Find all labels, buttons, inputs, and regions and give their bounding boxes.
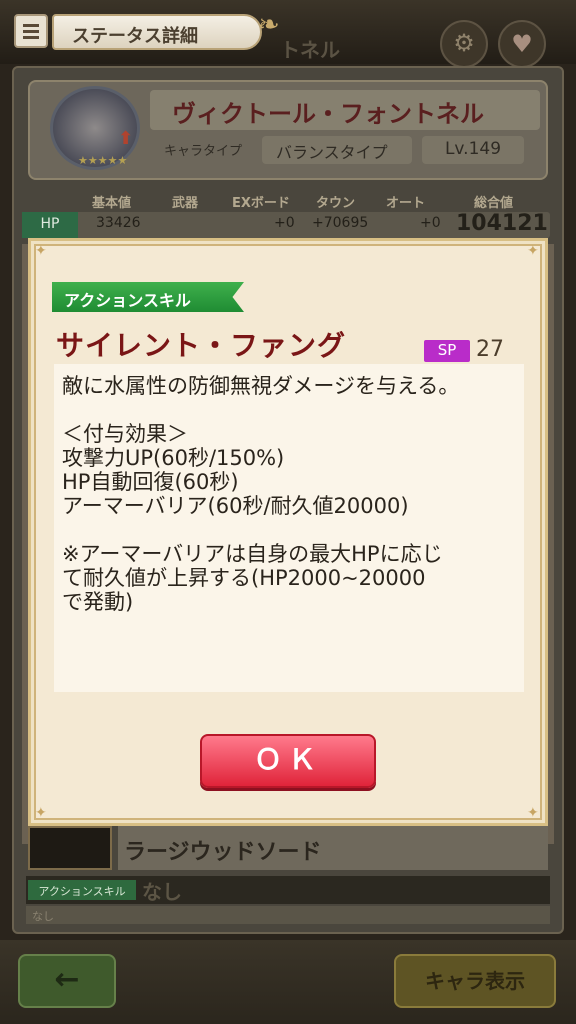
weapon-name: ラージウッドソード — [124, 840, 322, 865]
skill-description-line: で発動) — [62, 590, 134, 614]
stat-header-exboard: EXボード — [232, 196, 290, 211]
character-type-label: キャラタイプ — [164, 144, 243, 159]
corner-ornament-icon: ✦ — [527, 805, 539, 821]
ok-button[interactable]: ＯＫ — [200, 734, 376, 788]
screen-title: ステータス詳細 — [52, 14, 262, 50]
show-character-button[interactable]: キャラ表示 — [394, 954, 556, 1008]
stat-header-total: 総合値 — [474, 196, 514, 211]
heart-icon[interactable]: ♥ — [498, 20, 546, 68]
skill-description-line: 敵に水属性の防御無視ダメージを与える。 — [62, 374, 460, 398]
character-level: Lv.149 — [422, 136, 524, 164]
title-ornament-icon: ❧ — [258, 10, 280, 40]
hp-auto-value: +0 — [420, 215, 441, 231]
weapon-skill-sub: なし — [26, 906, 550, 924]
skill-description-line: アーマーバリア(60秒/耐久値20000) — [62, 494, 409, 518]
corner-ornament-icon: ✦ — [35, 805, 47, 821]
gear-icon[interactable]: ⚙ — [440, 20, 488, 68]
sp-value: 27 — [476, 337, 504, 362]
hp-town-value: +70695 — [312, 215, 369, 231]
stat-header-town: タウン — [316, 196, 356, 211]
background-title-text: トネル — [280, 38, 340, 62]
rarity-stars: ★★★★★ — [78, 154, 128, 167]
corner-ornament-icon: ✦ — [527, 243, 539, 259]
character-type-value: バランスタイプ — [262, 136, 412, 164]
hp-total-value: 104121 — [456, 211, 548, 236]
character-name: ヴィクトール・フォントネル — [172, 100, 484, 128]
stat-header-base: 基本値 — [92, 196, 132, 211]
back-arrow-icon[interactable]: ← — [18, 954, 116, 1008]
action-skill-tag: アクションスキル — [52, 282, 244, 312]
corner-ornament-icon: ✦ — [35, 243, 47, 259]
stat-header-weapon: 武器 — [172, 196, 199, 211]
upgrade-arrow-icon: ⬆ — [118, 128, 134, 149]
skill-name: サイレント・ファング — [56, 329, 347, 362]
hp-exboard-value: +0 — [274, 215, 295, 231]
skill-description-box — [54, 364, 524, 692]
weapon-skill-value: なし — [142, 880, 182, 904]
sp-badge: SP — [424, 340, 470, 362]
stat-header-auto: オート — [386, 196, 426, 211]
weapon-skill-badge: アクションスキル — [28, 880, 136, 900]
hp-label: HP — [22, 212, 78, 238]
hp-base-value: 33426 — [96, 215, 141, 231]
menu-icon[interactable] — [14, 14, 48, 48]
weapon-thumbnail — [28, 826, 112, 870]
